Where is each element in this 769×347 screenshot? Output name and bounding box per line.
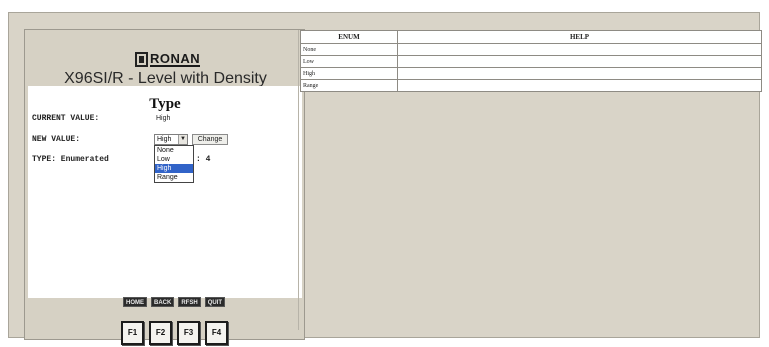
- help-cell: [397, 55, 762, 68]
- table-row: Low: [300, 55, 762, 68]
- current-value: High: [156, 115, 171, 122]
- table-row: Range: [300, 79, 762, 92]
- table-row: High: [300, 67, 762, 80]
- current-value-label: CURRENT VALUE:: [32, 114, 100, 123]
- softkey-back[interactable]: BACK: [151, 297, 175, 307]
- enum-cell: None: [300, 43, 398, 56]
- device-header: RONAN X96SI/R - Level with Density: [25, 30, 304, 87]
- new-value-dropdown[interactable]: None Low High Range: [154, 145, 194, 183]
- help-column-header: HELP: [397, 30, 762, 44]
- softkey-quit[interactable]: QUIT: [204, 297, 226, 307]
- enum-cell: Low: [300, 55, 398, 68]
- help-cell: [397, 79, 762, 92]
- f4-button[interactable]: F4: [205, 321, 228, 345]
- device-screen: Type CURRENT VALUE: High NEW VALUE: High…: [28, 86, 302, 298]
- dropdown-option-low[interactable]: Low: [155, 155, 193, 164]
- select-current-value: High: [157, 136, 172, 143]
- type-label: TYPE: Enumerated: [32, 155, 109, 164]
- help-cell: [397, 67, 762, 80]
- type-count: : 4: [196, 155, 211, 164]
- enum-help-area: ENUM HELP None Low High Range: [298, 30, 765, 330]
- ronan-logo: RONAN: [135, 51, 207, 68]
- logo-mark-icon: [135, 52, 148, 67]
- function-key-row: F1 F2 F3 F4: [121, 321, 228, 347]
- screen-title: Type: [149, 96, 181, 112]
- f3-button[interactable]: F3: [177, 321, 200, 345]
- change-button[interactable]: Change: [192, 134, 228, 145]
- enum-column-header: ENUM: [300, 30, 398, 44]
- table-header-row: ENUM HELP: [300, 30, 762, 44]
- softkey-home[interactable]: HOME: [123, 297, 147, 307]
- table-row: None: [300, 43, 762, 56]
- dropdown-option-high[interactable]: High: [155, 164, 193, 173]
- chevron-down-icon[interactable]: ▼: [178, 135, 187, 144]
- logo-text: RONAN: [150, 51, 201, 67]
- f2-button[interactable]: F2: [149, 321, 172, 345]
- enum-cell: High: [300, 67, 398, 80]
- softkey-bar: HOME BACK RFSH QUIT: [123, 297, 226, 307]
- dropdown-option-none[interactable]: None: [155, 146, 193, 155]
- softkey-refresh[interactable]: RFSH: [178, 297, 201, 307]
- enum-help-table: ENUM HELP None Low High Range: [300, 30, 762, 92]
- help-cell: [397, 43, 762, 56]
- new-value-label: NEW VALUE:: [32, 135, 81, 144]
- f1-button[interactable]: F1: [121, 321, 144, 345]
- device-panel: RONAN X96SI/R - Level with Density Type …: [24, 29, 305, 345]
- new-value-select[interactable]: High ▼: [154, 134, 188, 145]
- enum-cell: Range: [300, 79, 398, 92]
- dropdown-option-range[interactable]: Range: [155, 173, 193, 182]
